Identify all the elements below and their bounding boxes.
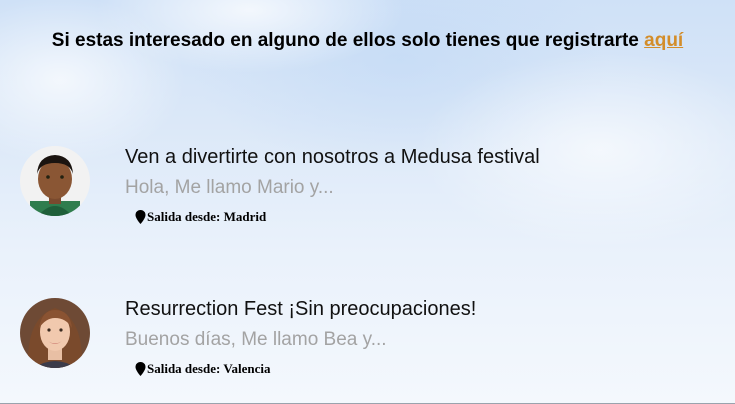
registration-prompt: Si estas interesado en alguno de ellos s… [0,30,735,52]
trip-excerpt: Buenos días, Me llamo Bea y... [125,329,387,350]
departure-text: Salida desde: Madrid [147,209,267,224]
trip-card[interactable]: Resurrection Fest ¡Sin preocupaciones! B… [20,298,720,378]
map-pin-icon [135,210,146,224]
trip-title[interactable]: Resurrection Fest ¡Sin preocupaciones! [125,298,476,321]
trip-excerpt: Hola, Me llamo Mario y... [125,177,334,198]
map-pin-icon [135,362,146,376]
avatar[interactable] [20,146,90,216]
departure-location: Salida desde: Valencia [135,361,271,377]
departure-location: Salida desde: Madrid [135,209,266,225]
registration-prompt-text: Si estas interesado en alguno de ellos s… [51,30,639,51]
departure-text: Salida desde: Valencia [147,361,271,376]
register-link[interactable]: aquí [644,30,683,51]
trip-card[interactable]: Ven a divertirte con nosotros a Medusa f… [20,146,720,226]
avatar[interactable] [20,298,90,368]
trip-title[interactable]: Ven a divertirte con nosotros a Medusa f… [125,146,540,169]
